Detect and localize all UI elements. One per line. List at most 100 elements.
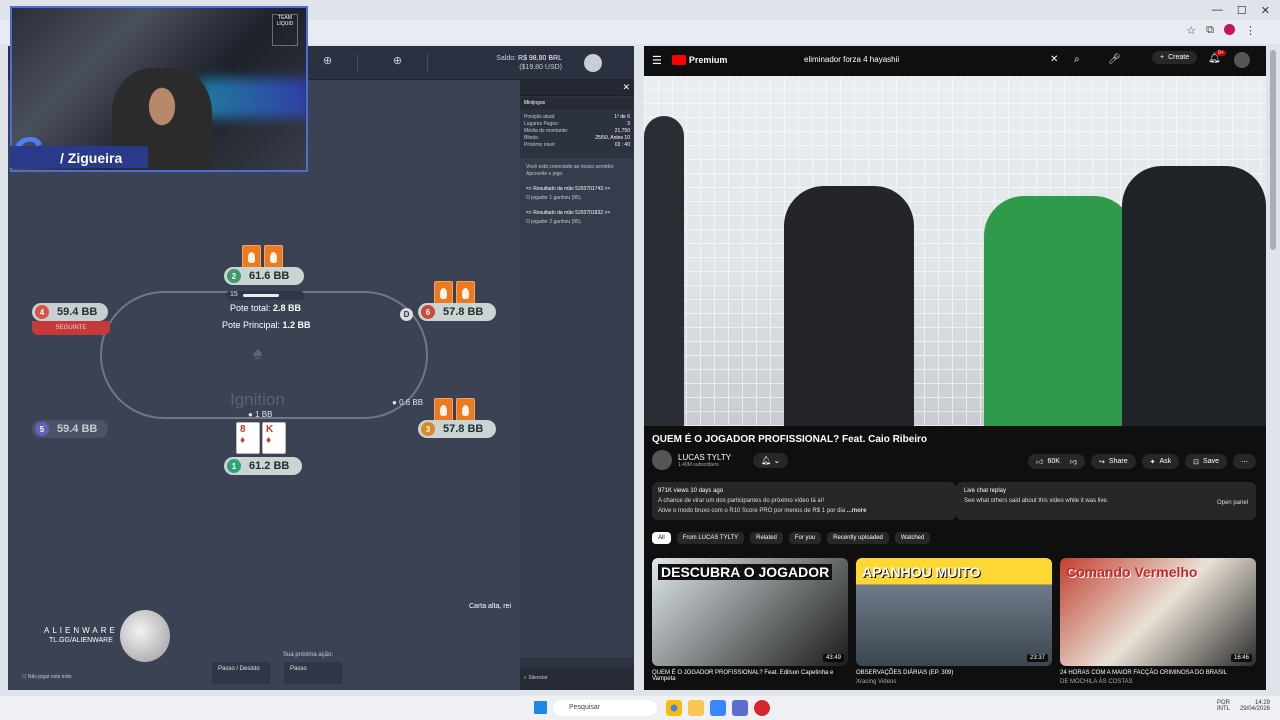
seat-4[interactable]: 4 59.4 BB — [32, 303, 108, 321]
duration-badge: 16:46 — [1230, 654, 1252, 662]
youtube-logo-icon[interactable] — [671, 55, 686, 65]
mute-toggle[interactable]: ◐ Silenciar — [520, 668, 634, 690]
chip-all[interactable]: All — [652, 532, 671, 544]
like-button[interactable]: 👍︎ 60K 👎︎ — [1028, 454, 1086, 469]
chip-watched[interactable]: Watched — [894, 532, 931, 544]
tray-clock[interactable]: 14:29 29/04/2026 — [1240, 700, 1270, 712]
star-icon[interactable]: ☆ — [1186, 24, 1196, 37]
like-count: 60K — [1047, 458, 1060, 465]
extension-icon[interactable]: ⧉ — [1206, 24, 1214, 37]
subscribed-button[interactable]: 🔔︎ ⌄ — [753, 452, 789, 468]
layout-icon[interactable] — [584, 54, 602, 72]
maximize-icon[interactable]: ☐ — [1237, 4, 1247, 17]
search-icon[interactable]: ⌕ — [1074, 54, 1080, 65]
seat-1[interactable]: 1 61.2 BB — [224, 457, 302, 475]
share-label: Share — [1108, 458, 1128, 465]
seat-number: 1 — [227, 459, 241, 473]
sit-out-checkbox[interactable]: ☐ Não jogar esta mão — [22, 674, 72, 680]
create-button[interactable]: + Create — [1152, 51, 1198, 64]
close-icon[interactable]: ✕ — [622, 82, 630, 93]
youtube-brand: Premium — [688, 55, 728, 65]
store-icon[interactable] — [710, 700, 726, 716]
check-button[interactable]: Passo — [284, 662, 342, 684]
chip-for-you[interactable]: For you — [788, 532, 822, 544]
seat-3[interactable]: 3 57.8 BB — [418, 420, 496, 438]
livechat-description: See what others said about this video wh… — [964, 498, 1109, 504]
info-row: Lugares Pagos: 3 — [524, 121, 630, 128]
menu-icon[interactable]: ⋮ — [1245, 24, 1256, 37]
app-icon[interactable] — [754, 700, 770, 716]
thumbnail-text: Comando Vermelho — [1066, 564, 1198, 580]
seat-stack: 61.6 BB — [249, 270, 290, 282]
share-icon: ↪ — [1099, 458, 1105, 466]
next-action-label: Sua próxima ação: — [283, 652, 334, 658]
search-input[interactable]: eliminador forza 4 hayashii — [794, 52, 1094, 68]
card-suit: ♦ — [266, 435, 272, 446]
ask-button[interactable]: ✦ Ask — [1141, 454, 1180, 469]
description-line: A chance de virar um dos participantes d… — [658, 498, 825, 504]
balance-value: R$ 98,80 BRL — [518, 55, 562, 62]
info-row: Próximo nível: 03 : 40 — [524, 142, 630, 149]
info-label: Média do montante: — [524, 128, 569, 134]
scrollbar-thumb[interactable] — [1270, 50, 1276, 250]
team-logo: TEAM LIQUID — [272, 14, 298, 46]
thumbnail-caption[interactable]: 24 HORAS COM A MAIOR FACÇÃO CRIMINOSA DO… — [1060, 670, 1256, 685]
add-table-button-2[interactable]: ⊕ — [368, 54, 428, 72]
video-thumbnail[interactable]: DESCUBRA O JOGADOR 43:49 — [652, 558, 848, 666]
seat-6[interactable]: 6 57.8 BB — [418, 303, 496, 321]
clock-date: 29/04/2026 — [1239, 706, 1270, 712]
video-thumbnail[interactable]: APANHOU MUITO 23:37 — [856, 558, 1052, 666]
minimize-icon[interactable]: — — [1212, 4, 1223, 17]
video-thumbnail[interactable]: Comando Vermelho 16:46 — [1060, 558, 1256, 666]
headset-image — [120, 610, 170, 662]
close-window-icon[interactable]: ✕ — [1261, 4, 1270, 17]
bet-seat-3-value: 0.6 BB — [399, 398, 424, 407]
dislike-icon[interactable]: 👎︎ — [1070, 457, 1077, 466]
player-figure — [644, 116, 684, 426]
pot-total-value: 2.8 BB — [273, 303, 302, 313]
tray-lang[interactable]: POR INTL — [1217, 700, 1230, 712]
player-figure — [984, 196, 1134, 426]
balance: Saldo: R$ 98,80 BRL ($19.80 USD) — [496, 54, 562, 72]
thumbnail-caption[interactable]: QUEM É O JOGADOR PROFISSIONAL? Feat. Edi… — [652, 670, 848, 685]
team-name: TEAM LIQUID — [276, 15, 294, 27]
description-box[interactable]: 971K views 10 days ago A chance de virar… — [652, 482, 956, 520]
account-avatar[interactable] — [1234, 52, 1250, 68]
open-panel-button[interactable]: Open panel — [1217, 498, 1248, 508]
chip-channel[interactable]: From LUCAS TYLTY — [676, 532, 745, 544]
folder-icon[interactable] — [688, 700, 704, 716]
profile-icon[interactable] — [1224, 24, 1235, 35]
video-player[interactable] — [644, 76, 1266, 426]
minigames-tab[interactable]: Minijogos — [520, 97, 634, 109]
like-icon: 👍︎ — [1036, 459, 1044, 466]
player-figure — [1122, 166, 1266, 426]
chat-message: O jogador 1 ganhou (95). — [526, 195, 582, 201]
kbd-label: INTL — [1216, 706, 1230, 712]
mail-icon[interactable] — [732, 700, 748, 716]
side-panel: ✕ Minijogos Posição atual: 1º de 6 Lugare… — [520, 80, 634, 690]
pot-main-value: 1.2 BB — [282, 320, 311, 330]
chrome-icon[interactable] — [666, 700, 682, 716]
more-actions-icon[interactable]: ⋯ — [1233, 454, 1256, 469]
share-button[interactable]: ↪ Share — [1091, 454, 1136, 469]
thumbnail-caption[interactable]: OBSERVAÇÕES DIÁRIAS (EP. 309) Xracing Vid… — [856, 670, 1052, 685]
more-link[interactable]: ...more — [847, 508, 867, 514]
chip-recent[interactable]: Recently uploaded — [827, 532, 889, 544]
windows-start-icon[interactable] — [534, 701, 547, 714]
hamburger-icon[interactable]: ☰ — [652, 54, 662, 67]
channel-name[interactable]: LUCAS TYLTY — [678, 453, 731, 462]
clear-search-icon[interactable]: ✕ — [1050, 54, 1058, 65]
seat-5[interactable]: 5 59.4 BB — [32, 420, 108, 438]
chip-related[interactable]: Related — [750, 532, 783, 544]
description-line-2: Ative o modo bruxo com o R10 Score PRO p… — [658, 506, 950, 516]
mic-icon[interactable]: 🎤︎ — [1108, 54, 1121, 65]
save-button[interactable]: ⊡ Save — [1185, 454, 1227, 469]
seat-2[interactable]: 2 61.6 BB — [224, 267, 304, 285]
check-fold-button[interactable]: Passo / Desisto — [212, 662, 270, 684]
taskbar-search[interactable]: Pesquisar — [553, 700, 657, 716]
page-scrollbar[interactable] — [1268, 46, 1278, 690]
channel-avatar[interactable] — [652, 450, 672, 470]
chat-message: << Resultado da mão 5293701743 >> — [526, 186, 611, 192]
thumbnail-meta: Xracing Videos — [856, 679, 897, 685]
taskbar-search-text: Pesquisar — [569, 704, 601, 711]
